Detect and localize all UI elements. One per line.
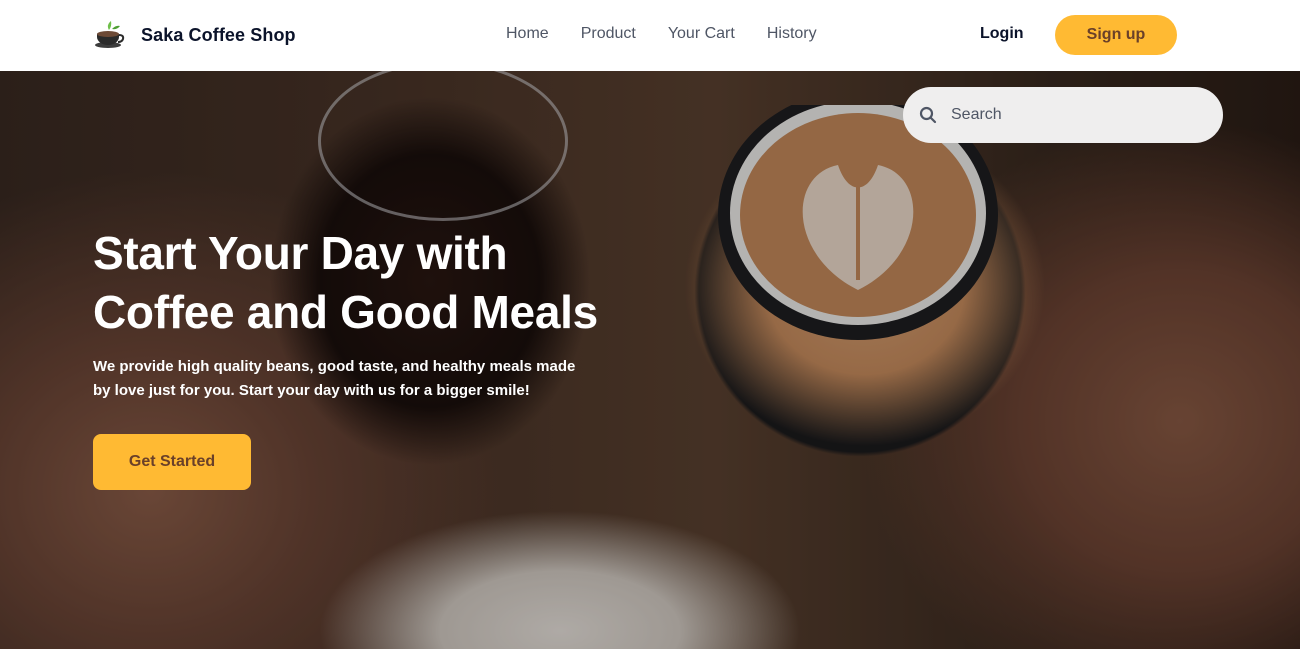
search-input[interactable] (951, 106, 1201, 124)
nav-history[interactable]: History (767, 24, 817, 44)
hero-title-line-1: Start Your Day with (93, 227, 508, 279)
nav-home[interactable]: Home (506, 24, 549, 44)
top-navbar: Saka Coffee Shop Home Product Your Cart … (0, 0, 1300, 71)
login-link[interactable]: Login (980, 24, 1024, 44)
hero-subtitle: We provide high quality beans, good tast… (93, 355, 653, 403)
hero-section: Start Your Day with Coffee and Good Meal… (0, 71, 1300, 649)
get-started-button[interactable]: Get Started (93, 434, 251, 490)
brand-name: Saka Coffee Shop (141, 24, 296, 45)
hero-title: Start Your Day with Coffee and Good Meal… (93, 224, 693, 342)
hero-subtitle-line-2: by love just for you. Start your day wit… (93, 382, 530, 399)
coffee-cup-logo-icon (95, 21, 125, 48)
nav-your-cart[interactable]: Your Cart (668, 24, 735, 44)
brand[interactable]: Saka Coffee Shop (92, 18, 296, 52)
hero-title-line-2: Coffee and Good Meals (93, 286, 598, 338)
signup-button[interactable]: Sign up (1055, 15, 1177, 55)
main-nav: Home Product Your Cart History (506, 24, 817, 44)
search-icon (919, 106, 937, 124)
nav-product[interactable]: Product (581, 24, 636, 44)
search-bar[interactable] (903, 87, 1223, 143)
hero-subtitle-line-1: We provide high quality beans, good tast… (93, 358, 576, 375)
